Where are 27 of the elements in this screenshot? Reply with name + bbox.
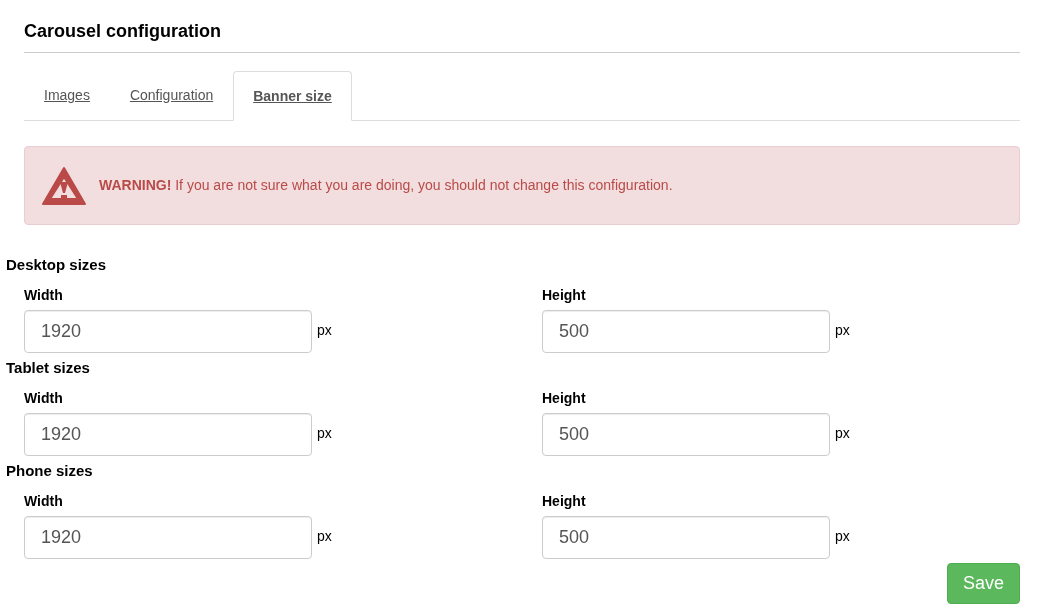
section-heading: Phone sizes — [6, 462, 93, 479]
field-label: Height — [542, 390, 586, 407]
field-label: Height — [542, 493, 586, 510]
field-label: Width — [24, 390, 63, 407]
input-field[interactable]: 500 — [542, 413, 830, 456]
unit-label: px — [835, 527, 850, 546]
unit-label: px — [317, 424, 332, 443]
field-label: Width — [24, 287, 63, 304]
input-field[interactable]: 500 — [542, 516, 830, 559]
unit-label: px — [835, 424, 850, 443]
warning-icon — [41, 165, 87, 206]
unit-label: px — [835, 321, 850, 340]
input-field[interactable]: 1920 — [24, 516, 312, 559]
unit-label: px — [317, 321, 332, 340]
field-label: Height — [542, 287, 586, 304]
tab[interactable]: Images — [24, 71, 110, 120]
warning-message: WARNING! If you are not sure what you are doing, you should not change this configuration. — [99, 176, 673, 195]
section-heading: Tablet sizes — [6, 359, 90, 376]
section-heading: Desktop sizes — [6, 256, 107, 273]
tab[interactable]: Configuration — [109, 71, 234, 120]
input-field[interactable]: 1920 — [24, 413, 312, 456]
unit-label: px — [317, 527, 332, 546]
input-field[interactable]: 1920 — [24, 310, 312, 353]
tab[interactable]: Banner size — [233, 71, 352, 121]
input-field[interactable]: 500 — [542, 310, 830, 353]
page-title: Carousel configuration — [24, 20, 221, 43]
field-label: Width — [24, 493, 63, 510]
